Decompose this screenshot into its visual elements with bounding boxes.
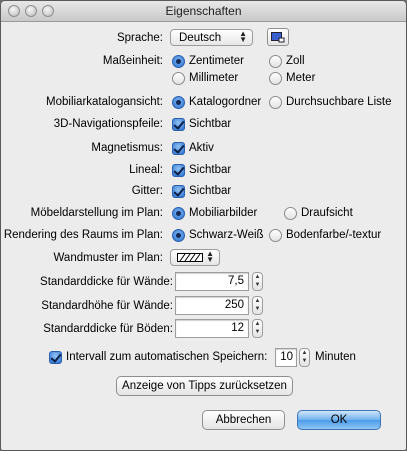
language-select[interactable]: Deutsch ▲ ▼	[170, 29, 253, 46]
stepper-down-icon[interactable]: ▼	[253, 305, 262, 314]
language-label: Sprache:	[116, 32, 163, 44]
ruler-label: Lineal:	[129, 164, 163, 176]
magnetism-text: Aktiv	[189, 142, 214, 154]
title-bar: Eigenschaften	[1, 1, 406, 22]
catalog-option-folders: Katalogordner	[189, 96, 262, 108]
wall-thickness-label: Standarddicke für Wände:	[40, 276, 173, 288]
room-render-radio-bw[interactable]	[172, 229, 185, 242]
floor-thickness-label: Standarddicke für Böden:	[43, 323, 173, 335]
ruler-text: Sichtbar	[189, 164, 232, 176]
stepper-down-icon[interactable]: ▼	[253, 328, 262, 337]
stepper-down-icon[interactable]: ▼	[300, 357, 309, 366]
wall-thickness-value: 7,5	[228, 275, 244, 287]
popup-arrows-icon: ▲ ▼	[206, 249, 214, 264]
grid-text: Sichtbar	[189, 185, 232, 197]
unit-option-zentimeter: Zentimeter	[189, 55, 244, 67]
nav-arrows-text: Sichtbar	[189, 118, 232, 130]
popup-arrows-icon: ▲ ▼	[239, 29, 247, 44]
floor-thickness-stepper[interactable]: ▲ ▼	[252, 319, 263, 338]
wall-pattern-select[interactable]: ▲ ▼	[170, 249, 220, 266]
floor-thickness-value: 12	[231, 322, 244, 334]
catalog-radio-folders[interactable]	[172, 96, 185, 109]
unit-option-zoll: Zoll	[286, 55, 305, 67]
grid-label: Gitter:	[131, 185, 163, 197]
catalog-option-list: Durchsuchbare Liste	[286, 96, 392, 108]
language-value: Deutsch	[179, 32, 222, 44]
autosave-interval-value: 10	[280, 351, 293, 363]
grid-checkbox[interactable]	[172, 185, 185, 198]
furniture-radio-images[interactable]	[172, 207, 185, 220]
autosave-checkbox[interactable]	[49, 351, 62, 364]
floor-thickness-field[interactable]: 12	[175, 319, 249, 338]
hatch-pattern-icon	[177, 253, 203, 262]
nav-arrows-label: 3D-Navigationspfeile:	[53, 118, 163, 130]
unit-radio-zentimeter[interactable]	[172, 55, 185, 68]
magnetism-label: Magnetismus:	[91, 142, 163, 154]
ruler-checkbox[interactable]	[172, 164, 185, 177]
wall-height-field[interactable]: 250	[175, 296, 249, 315]
autosave-unit: Minuten	[315, 351, 356, 363]
unit-option-millimeter: Millimeter	[189, 72, 239, 84]
wall-height-value: 250	[224, 299, 244, 311]
cancel-button[interactable]: Abbrechen	[202, 410, 285, 430]
unit-radio-millimeter[interactable]	[172, 72, 185, 85]
room-render-option-bw: Schwarz-Weiß	[189, 229, 264, 241]
magnetism-checkbox[interactable]	[172, 142, 185, 155]
import-icon	[271, 32, 285, 43]
room-render-option-texture: Bodenfarbe/-textur	[286, 229, 382, 241]
language-import-button[interactable]	[267, 28, 289, 46]
autosave-interval-stepper[interactable]: ▲ ▼	[299, 348, 310, 367]
wall-height-label: Standardhöhe für Wände:	[41, 300, 173, 312]
catalog-radio-list[interactable]	[269, 96, 282, 109]
furniture-radio-topview[interactable]	[284, 207, 297, 220]
autosave-interval-field[interactable]: 10	[275, 348, 297, 367]
unit-radio-meter[interactable]	[269, 72, 282, 85]
nav-arrows-checkbox[interactable]	[172, 118, 185, 131]
wall-height-stepper[interactable]: ▲ ▼	[252, 296, 263, 315]
unit-label: Maßeinheit:	[102, 55, 163, 67]
room-render-radio-texture[interactable]	[269, 229, 282, 242]
room-render-label: Rendering des Raums im Plan:	[3, 229, 163, 241]
window-title: Eigenschaften	[165, 4, 242, 18]
unit-radio-zoll[interactable]	[269, 55, 282, 68]
autosave-label: Intervall zum automatischen Speichern:	[66, 351, 268, 363]
wall-thickness-field[interactable]: 7,5	[175, 272, 249, 291]
wall-pattern-label: Wandmuster im Plan:	[53, 252, 164, 264]
furniture-option-images: Mobiliarbilder	[189, 207, 258, 219]
unit-option-meter: Meter	[286, 72, 316, 84]
furniture-plan-label: Möbeldarstellung im Plan:	[30, 207, 163, 219]
catalog-view-label: Mobiliarkatalogansicht:	[46, 96, 163, 108]
wall-thickness-stepper[interactable]: ▲ ▼	[252, 272, 263, 291]
reset-tips-button[interactable]: Anzeige von Tipps zurücksetzen	[116, 376, 293, 396]
stepper-down-icon[interactable]: ▼	[253, 281, 262, 290]
furniture-option-topview: Draufsicht	[301, 207, 353, 219]
preferences-window: Eigenschaften Sprache: Deutsch ▲ ▼ Maßein…	[0, 0, 407, 451]
ok-button[interactable]: OK	[297, 410, 381, 430]
